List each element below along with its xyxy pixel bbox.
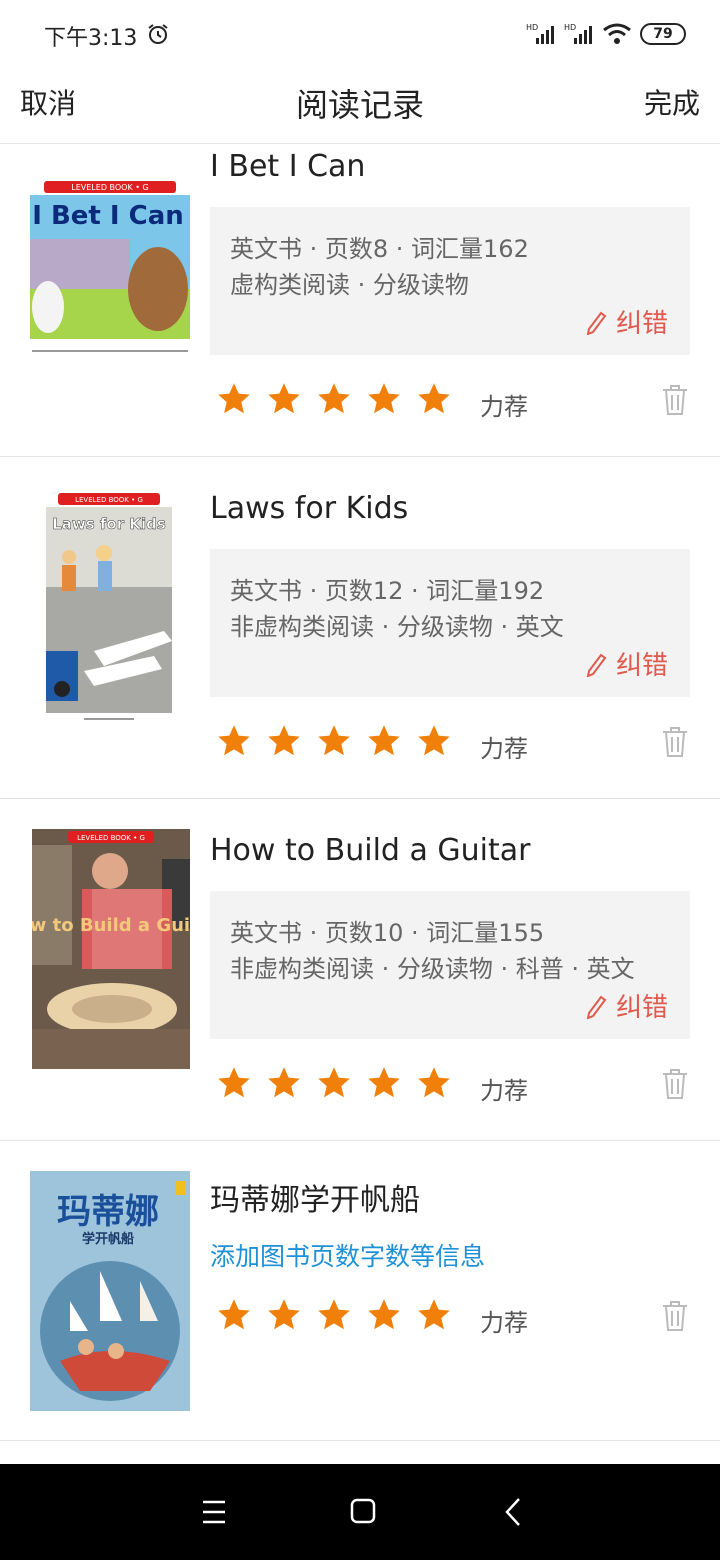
pencil-icon xyxy=(586,653,607,677)
status-time: 下午3:13 xyxy=(44,26,138,51)
star-icon[interactable] xyxy=(416,381,452,417)
book-cover: 玛蒂娜 学开帆船 xyxy=(30,1171,190,1411)
menu-icon[interactable] xyxy=(194,1494,234,1530)
svg-text:LEVELED BOOK • G: LEVELED BOOK • G xyxy=(71,183,148,192)
star-icon[interactable] xyxy=(216,1065,252,1101)
star-icon[interactable] xyxy=(316,381,352,417)
star-icon[interactable] xyxy=(266,381,302,417)
star-icon[interactable] xyxy=(316,1065,352,1101)
battery-indicator: 79 xyxy=(640,23,686,45)
star-icon[interactable] xyxy=(266,1065,302,1101)
book-cover: LEVELED BOOK • G How to Build a Guitar xyxy=(32,829,190,1069)
alarm-clock-icon xyxy=(148,24,168,44)
rating-label: 力荐 xyxy=(480,1077,528,1105)
svg-text:LEVELED BOOK • G: LEVELED BOOK • G xyxy=(77,834,145,842)
back-icon[interactable] xyxy=(494,1494,534,1530)
star-icon[interactable] xyxy=(416,1297,452,1333)
book-info-line: 非虚构类阅读 · 分级读物 · 科普 · 英文 xyxy=(230,955,635,983)
svg-text:LEVELED BOOK • G: LEVELED BOOK • G xyxy=(75,496,143,504)
reading-record-list[interactable]: LEVELED BOOK • G I Bet I Can I Bet I Can… xyxy=(0,144,720,1464)
system-navigation-bar xyxy=(0,1464,720,1560)
list-item[interactable]: LEVELED BOOK • G Laws for Kids Laws for … xyxy=(0,457,720,799)
pencil-icon xyxy=(586,311,607,335)
rating-stars[interactable] xyxy=(216,1297,452,1333)
book-info-line: 英文书 · 页数8 · 词汇量162 xyxy=(230,235,529,263)
trash-icon[interactable] xyxy=(660,1300,690,1332)
cover-title-line: How to Build a Guitar xyxy=(32,915,190,936)
star-icon[interactable] xyxy=(366,723,402,759)
star-icon[interactable] xyxy=(216,723,252,759)
pencil-icon xyxy=(586,995,607,1019)
svg-text:I Bet I Can: I Bet I Can xyxy=(32,201,184,231)
book-info-box: 英文书 · 页数12 · 词汇量192 非虚构类阅读 · 分级读物 · 英文 纠… xyxy=(210,549,690,697)
star-icon[interactable] xyxy=(366,381,402,417)
status-icons: HD HD 79 xyxy=(526,20,686,48)
correct-button[interactable]: 纠错 xyxy=(584,645,668,682)
list-item[interactable]: LEVELED BOOK • G I Bet I Can I Bet I Can… xyxy=(0,144,720,457)
add-book-info-link[interactable]: 添加图书页数字数等信息 xyxy=(210,1237,485,1273)
svg-text:玛蒂娜: 玛蒂娜 xyxy=(57,1192,159,1232)
rating-label: 力荐 xyxy=(480,1309,528,1337)
book-info-line: 英文书 · 页数10 · 词汇量155 xyxy=(230,919,545,947)
book-info-box: 英文书 · 页数8 · 词汇量162 虚构类阅读 · 分级读物 纠错 xyxy=(210,207,690,355)
book-title[interactable]: Laws for Kids xyxy=(210,491,408,526)
rating-stars[interactable] xyxy=(216,1065,452,1101)
status-bar: 下午3:13 HD HD 79 xyxy=(0,0,720,64)
rating-stars[interactable] xyxy=(216,381,452,417)
network-type-1: HD xyxy=(526,23,538,32)
trash-icon[interactable] xyxy=(660,384,690,416)
trash-icon[interactable] xyxy=(660,1068,690,1100)
star-icon[interactable] xyxy=(216,1297,252,1333)
book-info-line: 虚构类阅读 · 分级读物 xyxy=(230,271,469,299)
book-title[interactable]: 玛蒂娜学开帆船 xyxy=(210,1175,420,1219)
book-cover: LEVELED BOOK • G I Bet I Can xyxy=(30,179,190,369)
correct-label: 纠错 xyxy=(615,309,668,339)
signal-icon: HD xyxy=(564,23,592,44)
star-icon[interactable] xyxy=(366,1297,402,1333)
list-item[interactable]: 玛蒂娜 学开帆船 玛蒂娜学开帆船 添加图书页数字数等信息 力荐 xyxy=(0,1141,720,1441)
trash-icon[interactable] xyxy=(660,726,690,758)
star-icon[interactable] xyxy=(416,723,452,759)
book-cover: LEVELED BOOK • G Laws for Kids xyxy=(44,491,174,731)
correct-button[interactable]: 纠错 xyxy=(584,303,668,340)
star-icon[interactable] xyxy=(266,1297,302,1333)
book-info-line: 英文书 · 页数12 · 词汇量192 xyxy=(230,577,545,605)
correct-label: 纠错 xyxy=(615,651,668,681)
book-info-line: 非虚构类阅读 · 分级读物 · 英文 xyxy=(230,613,564,641)
list-item[interactable]: LEVELED BOOK • G How to Build a Guitar H… xyxy=(0,799,720,1141)
svg-text:学开帆船: 学开帆船 xyxy=(82,1231,134,1247)
star-icon[interactable] xyxy=(316,1297,352,1333)
star-icon[interactable] xyxy=(316,723,352,759)
book-title[interactable]: How to Build a Guitar xyxy=(210,833,530,868)
signal-icon: HD xyxy=(526,23,554,44)
wifi-icon xyxy=(603,23,631,44)
rating-label: 力荐 xyxy=(480,393,528,421)
star-icon[interactable] xyxy=(416,1065,452,1101)
svg-text:Laws for Kids: Laws for Kids xyxy=(52,515,166,533)
rating-label: 力荐 xyxy=(480,735,528,763)
book-title[interactable]: I Bet I Can xyxy=(210,149,365,184)
done-button[interactable]: 完成 xyxy=(644,82,700,122)
correct-label: 纠错 xyxy=(615,993,668,1023)
page-title: 阅读记录 xyxy=(295,86,424,124)
correct-button[interactable]: 纠错 xyxy=(584,987,668,1024)
book-info-box: 英文书 · 页数10 · 词汇量155 非虚构类阅读 · 分级读物 · 科普 ·… xyxy=(210,891,690,1039)
navigation-bar: 取消 阅读记录 完成 xyxy=(0,64,720,144)
star-icon[interactable] xyxy=(366,1065,402,1101)
home-icon[interactable] xyxy=(343,1494,383,1530)
svg-text:How to Build a Guitar: How to Build a Guitar xyxy=(32,915,190,936)
star-icon[interactable] xyxy=(266,723,302,759)
network-type-2: HD xyxy=(564,23,576,32)
star-icon[interactable] xyxy=(216,381,252,417)
rating-stars[interactable] xyxy=(216,723,452,759)
